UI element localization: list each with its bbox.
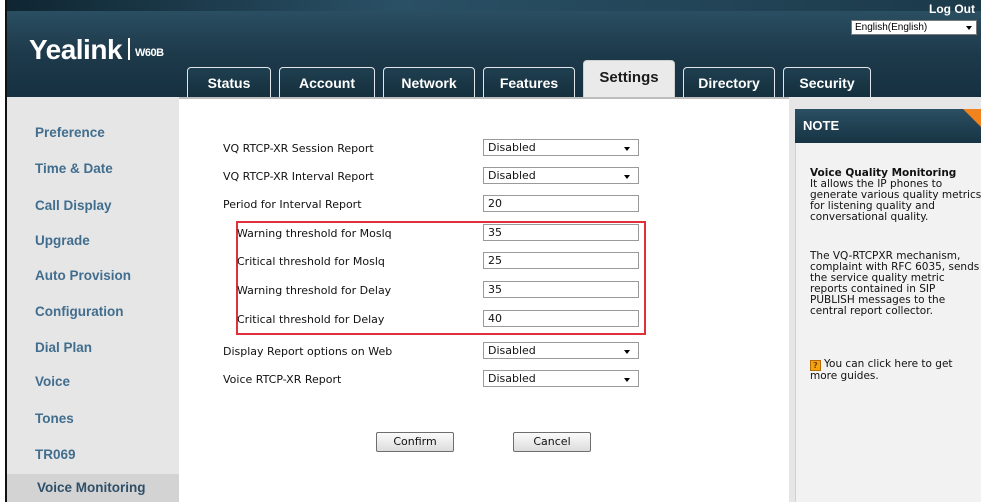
critical-delay-input[interactable]: 40: [483, 310, 639, 327]
cancel-button[interactable]: Cancel: [513, 432, 591, 452]
sidebar-item-voice[interactable]: Voice: [35, 374, 70, 389]
logo-separator: [128, 38, 131, 60]
note-guide-link[interactable]: ? You can click here to get more guides.: [810, 359, 981, 382]
chevron-down-icon: [624, 175, 630, 179]
select-value: Disabled: [488, 141, 536, 154]
field-label: VQ RTCP-XR Interval Report: [223, 170, 374, 183]
chevron-down-icon: [624, 147, 630, 151]
note-paragraph-2: The VQ-RTCPXR mechanism, complaint with …: [810, 250, 980, 317]
field-label: Period for Interval Report: [223, 198, 362, 211]
tab-status[interactable]: Status: [187, 67, 271, 97]
sidebar: Preference Time & Date Call Display Upgr…: [7, 97, 179, 502]
vq-interval-report-select[interactable]: Disabled: [483, 167, 639, 184]
critical-moslq-input[interactable]: 25: [483, 252, 639, 269]
sidebar-item-call-display[interactable]: Call Display: [35, 198, 112, 213]
interval-period-input[interactable]: 20: [483, 195, 639, 212]
chevron-down-icon: [966, 26, 972, 30]
sidebar-item-time-date[interactable]: Time & Date: [35, 161, 113, 176]
warning-moslq-input[interactable]: 35: [483, 224, 639, 241]
voice-rtcp-xr-report-select[interactable]: Disabled: [483, 370, 639, 387]
display-report-options-select[interactable]: Disabled: [483, 342, 639, 359]
confirm-button[interactable]: Confirm: [376, 432, 454, 452]
form-row: VQ RTCP-XR Session Report Disabled: [179, 139, 789, 159]
field-label: VQ RTCP-XR Session Report: [223, 142, 374, 155]
language-select[interactable]: English(English): [851, 20, 977, 35]
form-row: Critical threshold for Moslq 25: [179, 252, 789, 272]
form-row: Warning threshold for Delay 35: [179, 281, 789, 301]
language-value: English(English): [855, 22, 928, 33]
field-label: Voice RTCP-XR Report: [223, 373, 342, 386]
form-row: Period for Interval Report 20: [179, 195, 789, 215]
warning-delay-input[interactable]: 35: [483, 281, 639, 298]
header-top-band: [7, 0, 981, 11]
note-guide-text: You can click here to get more guides.: [810, 358, 953, 382]
form-row: VQ RTCP-XR Interval Report Disabled: [179, 167, 789, 187]
select-value: Disabled: [488, 169, 536, 182]
web-ui-frame: Yealink W60B Log Out English(English) Sta…: [5, 0, 981, 502]
chevron-down-icon: [624, 378, 630, 382]
settings-form-panel: VQ RTCP-XR Session Report Disabled VQ RT…: [179, 97, 789, 502]
header-bar: Yealink W60B Log Out English(English) Sta…: [7, 0, 981, 97]
form-row: Display Report options on Web Disabled: [179, 342, 789, 362]
brand-logo: Yealink W60B: [29, 34, 164, 66]
chevron-down-icon: [624, 350, 630, 354]
field-label: Critical threshold for Moslq: [237, 255, 385, 268]
note-header: NOTE: [795, 109, 981, 143]
select-value: Disabled: [488, 344, 536, 357]
form-row: Warning threshold for Moslq 35: [179, 224, 789, 244]
sidebar-item-configuration[interactable]: Configuration: [35, 304, 123, 319]
tab-network[interactable]: Network: [383, 67, 475, 97]
sidebar-item-auto-provision[interactable]: Auto Provision: [35, 268, 131, 283]
field-label: Critical threshold for Delay: [237, 313, 385, 326]
field-label: Warning threshold for Moslq: [237, 227, 392, 240]
tab-directory[interactable]: Directory: [683, 67, 775, 97]
note-title: NOTE: [803, 118, 840, 133]
form-row: Voice RTCP-XR Report Disabled: [179, 370, 789, 390]
sidebar-item-tr069[interactable]: TR069: [35, 447, 76, 462]
tab-security[interactable]: Security: [783, 67, 871, 97]
sidebar-item-tones[interactable]: Tones: [35, 411, 74, 426]
logo-model: W60B: [135, 47, 164, 59]
logout-link[interactable]: Log Out: [929, 2, 975, 16]
tab-account[interactable]: Account: [279, 67, 375, 97]
note-body: Voice Quality Monitoring It allows the I…: [795, 143, 981, 502]
tab-settings[interactable]: Settings: [583, 60, 675, 97]
field-label: Display Report options on Web: [223, 345, 393, 358]
sidebar-item-preference[interactable]: Preference: [35, 125, 105, 140]
note-corner-accent: [963, 109, 981, 127]
select-value: Disabled: [488, 372, 536, 385]
form-row: Critical threshold for Delay 40: [179, 310, 789, 330]
logo-brand: Yealink: [29, 34, 123, 65]
note-paragraph-1: It allows the IP phones to generate vari…: [810, 178, 981, 223]
vq-session-report-select[interactable]: Disabled: [483, 139, 639, 156]
note-heading-block: Voice Quality Monitoring It allows the I…: [810, 168, 981, 223]
tab-features[interactable]: Features: [483, 67, 575, 97]
sidebar-item-dial-plan[interactable]: Dial Plan: [35, 340, 92, 355]
sidebar-item-voice-monitoring[interactable]: Voice Monitoring: [7, 474, 179, 502]
sidebar-item-upgrade[interactable]: Upgrade: [35, 233, 90, 248]
field-label: Warning threshold for Delay: [237, 284, 392, 297]
note-panel: NOTE Voice Quality Monitoring It allows …: [789, 97, 981, 502]
